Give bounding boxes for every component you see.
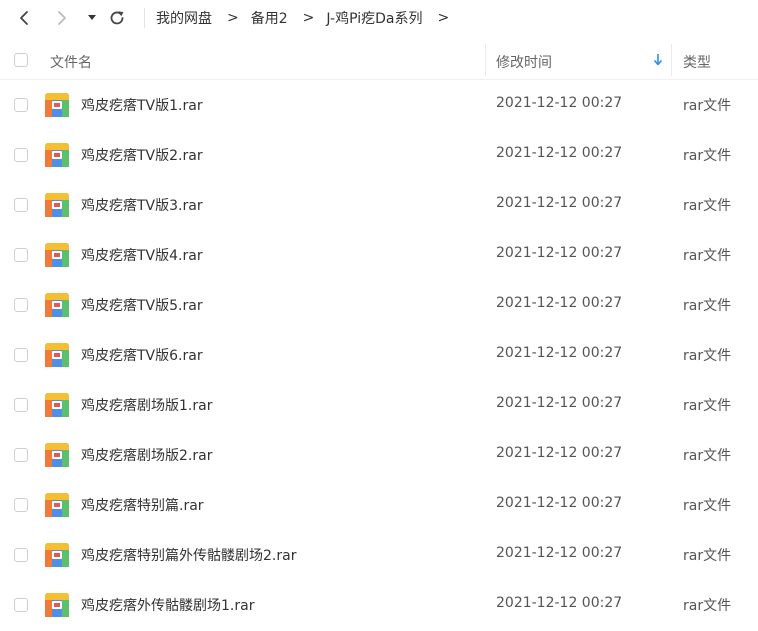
- file-type: rar文件: [683, 598, 732, 614]
- file-name[interactable]: 鸡皮疙瘩TV版3.rar: [81, 195, 203, 215]
- rar-archive-icon: [45, 593, 69, 617]
- chevron-right-icon: [58, 11, 66, 25]
- file-type: rar文件: [683, 298, 732, 314]
- select-all-checkbox[interactable]: [14, 53, 28, 67]
- rar-archive-icon: [45, 543, 69, 567]
- file-modified-time: 2021-12-12 00:27: [496, 495, 623, 511]
- file-modified-time: 2021-12-12 00:27: [496, 145, 623, 161]
- chevron-left-icon: [20, 11, 28, 25]
- column-header-name[interactable]: 文件名: [50, 52, 92, 72]
- file-row[interactable]: 鸡皮疙瘩特别篇外传骷髅剧场2.rar 2021-12-12 00:27 rar文…: [0, 530, 758, 580]
- row-checkbox[interactable]: [14, 98, 28, 112]
- back-button[interactable]: [12, 6, 36, 30]
- file-type: rar文件: [683, 98, 732, 114]
- file-modified-time: 2021-12-12 00:27: [496, 345, 623, 361]
- caret-down-icon: [88, 15, 96, 20]
- toolbar: 我的网盘 > 备用2 > J-鸡Pi疙Da系列 >: [0, 0, 758, 36]
- breadcrumb-item-backup[interactable]: 备用2: [251, 8, 288, 28]
- file-type: rar文件: [683, 348, 732, 364]
- file-row[interactable]: 鸡皮疙瘩TV版3.rar 2021-12-12 00:27 rar文件: [0, 180, 758, 230]
- file-type: rar文件: [683, 448, 732, 464]
- file-name[interactable]: 鸡皮疙瘩TV版5.rar: [81, 295, 203, 315]
- column-divider[interactable]: [671, 44, 672, 76]
- file-modified-time: 2021-12-12 00:27: [496, 95, 623, 111]
- file-modified-time: 2021-12-12 00:27: [496, 445, 623, 461]
- file-name[interactable]: 鸡皮疙瘩剧场版1.rar: [81, 395, 212, 415]
- file-name[interactable]: 鸡皮疙瘩TV版6.rar: [81, 345, 203, 365]
- file-row[interactable]: 鸡皮疙瘩剧场版2.rar 2021-12-12 00:27 rar文件: [0, 430, 758, 480]
- sort-descending-icon[interactable]: [652, 53, 664, 67]
- rar-archive-icon: [45, 93, 69, 117]
- file-row[interactable]: 鸡皮疙瘩外传骷髅剧场1.rar 2021-12-12 00:27 rar文件: [0, 580, 758, 630]
- row-checkbox[interactable]: [14, 148, 28, 162]
- breadcrumb: 我的网盘 > 备用2 > J-鸡Pi疙Da系列 >: [156, 0, 461, 36]
- file-row[interactable]: 鸡皮疙瘩特别篇.rar 2021-12-12 00:27 rar文件: [0, 480, 758, 530]
- column-header: 文件名 修改时间 类型: [0, 41, 758, 80]
- rar-archive-icon: [45, 243, 69, 267]
- file-name[interactable]: 鸡皮疙瘩特别篇外传骷髅剧场2.rar: [81, 545, 296, 565]
- row-checkbox[interactable]: [14, 298, 28, 312]
- file-modified-time: 2021-12-12 00:27: [496, 545, 623, 561]
- file-row[interactable]: 鸡皮疙瘩TV版6.rar 2021-12-12 00:27 rar文件: [0, 330, 758, 380]
- file-name[interactable]: 鸡皮疙瘩TV版4.rar: [81, 245, 203, 265]
- file-name[interactable]: 鸡皮疙瘩TV版1.rar: [81, 95, 203, 115]
- rar-archive-icon: [45, 193, 69, 217]
- column-header-type[interactable]: 类型: [683, 52, 711, 72]
- breadcrumb-separator: >: [227, 10, 239, 26]
- file-browser: 我的网盘 > 备用2 > J-鸡Pi疙Da系列 > 文件名 修改时间 类型 鸡皮…: [0, 0, 758, 631]
- file-row[interactable]: 鸡皮疙瘩TV版1.rar 2021-12-12 00:27 rar文件: [0, 80, 758, 130]
- forward-button[interactable]: [50, 6, 74, 30]
- breadcrumb-item-current[interactable]: J-鸡Pi疙Da系列: [326, 8, 422, 28]
- column-divider[interactable]: [485, 44, 486, 76]
- row-checkbox[interactable]: [14, 398, 28, 412]
- file-modified-time: 2021-12-12 00:27: [496, 595, 623, 611]
- file-type: rar文件: [683, 248, 732, 264]
- row-checkbox[interactable]: [14, 248, 28, 262]
- rar-archive-icon: [45, 393, 69, 417]
- rar-archive-icon: [45, 293, 69, 317]
- row-checkbox[interactable]: [14, 198, 28, 212]
- file-modified-time: 2021-12-12 00:27: [496, 295, 623, 311]
- file-name[interactable]: 鸡皮疙瘩外传骷髅剧场1.rar: [81, 595, 254, 615]
- file-modified-time: 2021-12-12 00:27: [496, 195, 623, 211]
- file-row[interactable]: 鸡皮疙瘩TV版5.rar 2021-12-12 00:27 rar文件: [0, 280, 758, 330]
- toolbar-divider: [144, 8, 145, 28]
- rar-archive-icon: [45, 443, 69, 467]
- breadcrumb-separator: >: [302, 10, 315, 26]
- file-type: rar文件: [683, 498, 732, 514]
- file-row[interactable]: 鸡皮疙瘩TV版2.rar 2021-12-12 00:27 rar文件: [0, 130, 758, 180]
- refresh-button[interactable]: [105, 6, 129, 30]
- rar-archive-icon: [45, 343, 69, 367]
- file-type: rar文件: [683, 148, 732, 164]
- history-dropdown-button[interactable]: [80, 6, 104, 30]
- file-name[interactable]: 鸡皮疙瘩TV版2.rar: [81, 145, 203, 165]
- file-type: rar文件: [683, 398, 732, 414]
- row-checkbox[interactable]: [14, 448, 28, 462]
- file-modified-time: 2021-12-12 00:27: [496, 395, 623, 411]
- column-header-modified-time[interactable]: 修改时间: [496, 52, 552, 72]
- rar-archive-icon: [45, 143, 69, 167]
- row-checkbox[interactable]: [14, 598, 28, 612]
- file-type: rar文件: [683, 198, 732, 214]
- rar-archive-icon: [45, 493, 69, 517]
- file-row[interactable]: 鸡皮疙瘩剧场版1.rar 2021-12-12 00:27 rar文件: [0, 380, 758, 430]
- file-name[interactable]: 鸡皮疙瘩剧场版2.rar: [81, 445, 212, 465]
- row-checkbox[interactable]: [14, 548, 28, 562]
- row-checkbox[interactable]: [14, 348, 28, 362]
- refresh-icon: [110, 11, 124, 25]
- file-modified-time: 2021-12-12 00:27: [496, 245, 623, 261]
- file-name[interactable]: 鸡皮疙瘩特别篇.rar: [81, 495, 204, 515]
- file-type: rar文件: [683, 548, 732, 564]
- breadcrumb-item-root[interactable]: 我的网盘: [156, 8, 212, 28]
- file-row[interactable]: 鸡皮疙瘩TV版4.rar 2021-12-12 00:27 rar文件: [0, 230, 758, 280]
- breadcrumb-separator: >: [437, 10, 450, 26]
- row-checkbox[interactable]: [14, 498, 28, 512]
